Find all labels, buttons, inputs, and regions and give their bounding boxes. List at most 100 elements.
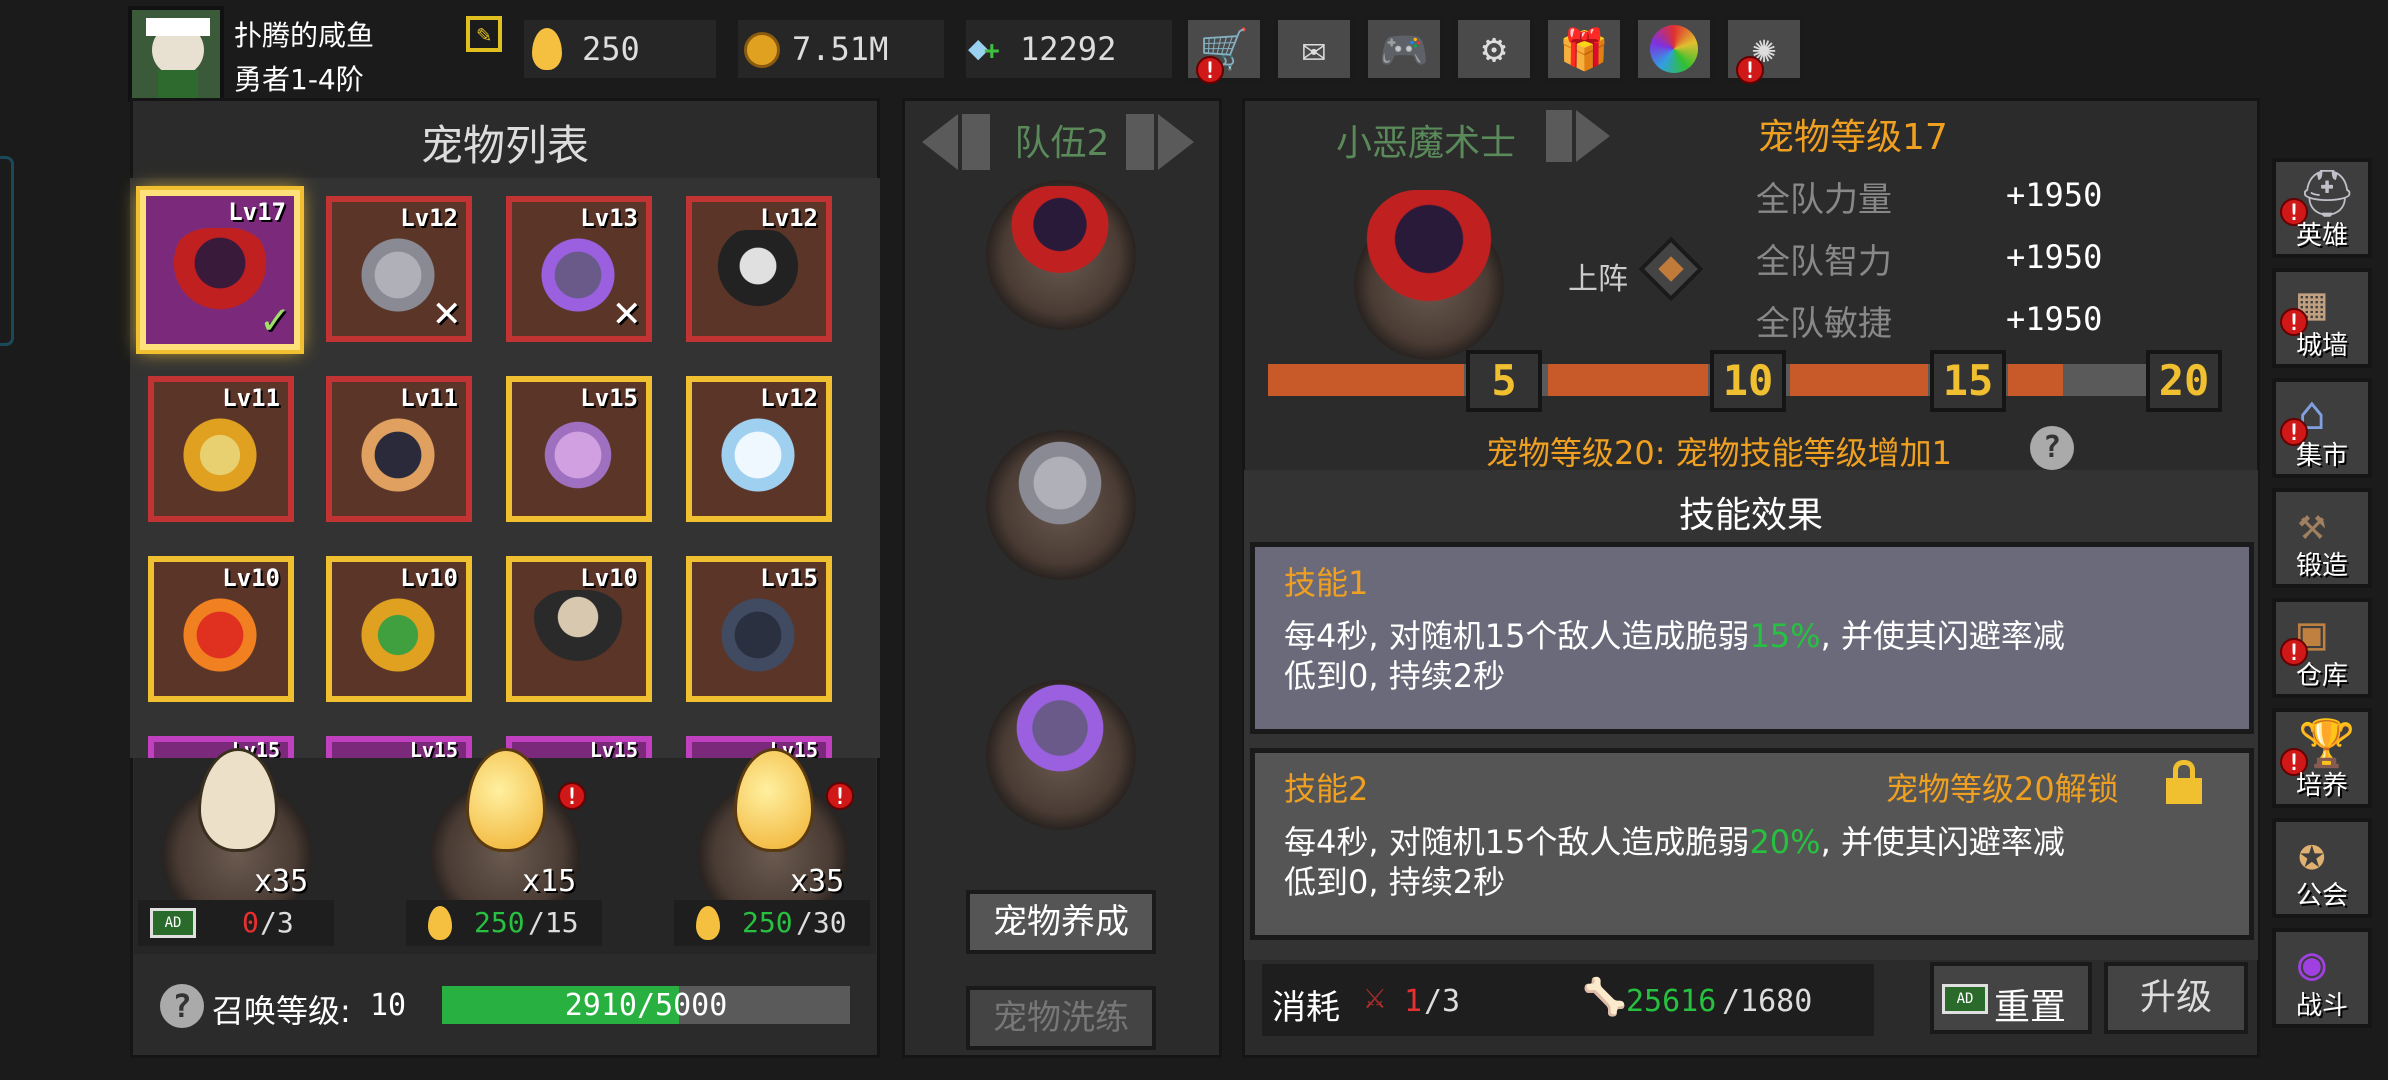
skill-description: 每4秒, 对随机15个敌人造成脆弱20%, 并使其闪避率减 低到0, 持续2秒 — [1284, 822, 2234, 902]
pet-level: Lv11 — [400, 384, 458, 412]
team-next-arrow[interactable] — [1126, 110, 1202, 170]
egg-cost-box[interactable]: AD 0 /3 — [138, 900, 334, 946]
turtle-pet — [350, 590, 446, 680]
player-rank: 勇者1-4阶 — [234, 63, 364, 96]
stat-value: +1950 — [2006, 238, 2103, 276]
side-wall-button[interactable]: ▦ ! 城墙 — [2272, 268, 2372, 368]
gift-button[interactable]: 🎁 — [1544, 16, 1624, 82]
side-forge-button[interactable]: ⚒ 锻造 — [2272, 488, 2372, 588]
pet-level: Lv13 — [580, 204, 638, 232]
level-progress-segment — [1548, 364, 1708, 396]
summon-level: 10 — [370, 988, 407, 1023]
detail-pet-imp-warlock — [1364, 190, 1494, 330]
stat-label: 全队力量 — [1756, 180, 1892, 220]
reset-button[interactable]: AD 重置 — [1930, 962, 2092, 1034]
imp-warlock-pet — [168, 228, 272, 328]
skill-name: 技能1 — [1284, 564, 1369, 602]
cost-bone-have: 25616 — [1626, 984, 1717, 1019]
pet-slot[interactable]: Lv12 — [686, 376, 832, 522]
egg-cost-box[interactable]: 250 /30 — [674, 900, 870, 946]
side-label: 战斗 — [2295, 991, 2348, 1021]
skill-text: , 并使其闪避率减 — [1820, 617, 2065, 655]
stat-value: +1950 — [2006, 300, 2103, 338]
gear-icon: ⚙ — [1481, 26, 1507, 72]
pet-slot[interactable]: Lv15 — [686, 556, 832, 702]
pet-training-button[interactable]: 宠物养成 — [966, 890, 1156, 954]
pet-level: Lv15 — [409, 738, 458, 758]
summon-progress-text: 2910/5000 — [564, 988, 728, 1023]
gem-amount: 12292 — [1020, 30, 1117, 68]
milestone-marker: 5 — [1466, 350, 1542, 412]
team-pet-imp-warlock[interactable] — [1010, 186, 1110, 296]
pet-slot[interactable]: Lv12 — [686, 196, 832, 342]
egg-icon — [532, 28, 562, 70]
pet-refine-button[interactable]: 宠物洗练 — [966, 986, 1156, 1050]
pet-slot-partial[interactable]: Lv15 — [506, 736, 652, 758]
scorpion-pet — [530, 410, 626, 500]
pet-level: Lv11 — [222, 384, 280, 412]
side-hero-button[interactable]: ⛑ ! 英雄 — [2272, 158, 2372, 258]
summon-progress-bar: 2910/5000 — [442, 986, 850, 1024]
upgrade-button[interactable]: 升级 — [2104, 962, 2248, 1034]
cost-need: /3 — [260, 906, 294, 939]
alert-badge: ! — [1196, 56, 1224, 84]
side-label: 城墙 — [2295, 331, 2348, 361]
pet-slot[interactable]: Lv10 — [148, 556, 294, 702]
player-avatar[interactable] — [128, 6, 224, 102]
pet-slot[interactable]: Lv11 — [326, 376, 472, 522]
egg-count: x35 — [254, 864, 309, 899]
bonus-help-icon[interactable]: ? — [2030, 426, 2074, 470]
pet-level: Lv10 — [400, 564, 458, 592]
pet-slot[interactable]: Lv11 — [148, 376, 294, 522]
ice-wolf-pet — [710, 410, 806, 500]
egg-cost-box[interactable]: 250 /15 — [406, 900, 602, 946]
cost-item-need: /3 — [1424, 984, 1461, 1019]
team-pet-unicorn[interactable] — [1010, 668, 1110, 788]
pet-slot-partial[interactable]: Lv15 — [326, 736, 472, 758]
goat-demon-pet — [530, 590, 626, 680]
settings-button[interactable]: ⚙ — [1454, 16, 1534, 82]
level-progress-segment — [1790, 364, 1928, 396]
side-label: 英雄 — [2295, 221, 2348, 251]
pet-slot[interactable]: Lv12 ✕ — [326, 196, 472, 342]
color-wheel-button[interactable] — [1634, 16, 1714, 82]
alert-badge: ! — [1736, 56, 1764, 84]
pet-level: Lv17 — [228, 198, 286, 226]
edit-name-icon[interactable]: ✎ — [466, 16, 502, 52]
firework-button[interactable]: ✺! — [1724, 16, 1804, 84]
next-pet-arrow[interactable] — [1546, 106, 1620, 166]
side-train-button[interactable]: 🏆 ! 培养 — [2272, 708, 2372, 808]
pet-slot[interactable]: Lv17 ✓ — [140, 190, 300, 350]
egg-count: 250 — [582, 30, 640, 68]
pet-slot[interactable]: Lv10 — [326, 556, 472, 702]
side-market-button[interactable]: ⌂ ! 集市 — [2272, 378, 2372, 478]
side-label: 培养 — [2295, 771, 2348, 801]
side-warehouse-button[interactable]: ▣ ! 仓库 — [2272, 598, 2372, 698]
skill-unlock-text: 宠物等级20解锁 — [1886, 770, 2119, 808]
help-icon[interactable]: ? — [160, 984, 204, 1028]
side-battle-button[interactable]: ◉ 战斗 — [2272, 928, 2372, 1028]
deploy-label: 上阵 — [1568, 262, 1628, 297]
mail-button[interactable]: ✉ — [1274, 16, 1354, 82]
pet-slot[interactable]: Lv10 — [506, 556, 652, 702]
team-prev-arrow[interactable] — [922, 110, 998, 170]
cost-have: 0 — [242, 906, 259, 939]
pet-slot[interactable]: Lv13 ✕ — [506, 196, 652, 342]
edge-handle[interactable] — [0, 156, 14, 346]
gem-currency: ◆ + 12292 — [966, 20, 1172, 78]
gamepad-icon: 🎮 — [1379, 26, 1429, 73]
gamepad-button[interactable]: 🎮 — [1364, 16, 1444, 82]
guild-icon: ✪ — [2298, 826, 2326, 880]
team-pet-bat[interactable] — [1010, 428, 1110, 538]
dark-bat-pet — [350, 410, 446, 500]
pet-level-label: 宠物等级17 — [1758, 117, 1948, 158]
bone-icon: 🦴 — [1582, 977, 1627, 1018]
pet-slot[interactable]: Lv15 — [506, 376, 652, 522]
stat-label: 全队智力 — [1756, 242, 1892, 282]
shop-cart-button[interactable]: 🛒! — [1184, 16, 1264, 84]
side-guild-button[interactable]: ✪ 公会 — [2272, 818, 2372, 918]
bat-pet — [350, 230, 446, 320]
plus-gem-icon[interactable]: + — [984, 36, 1000, 66]
team-title: 队伍2 — [1014, 123, 1110, 164]
summon-label: 召唤等级: — [212, 992, 351, 1030]
